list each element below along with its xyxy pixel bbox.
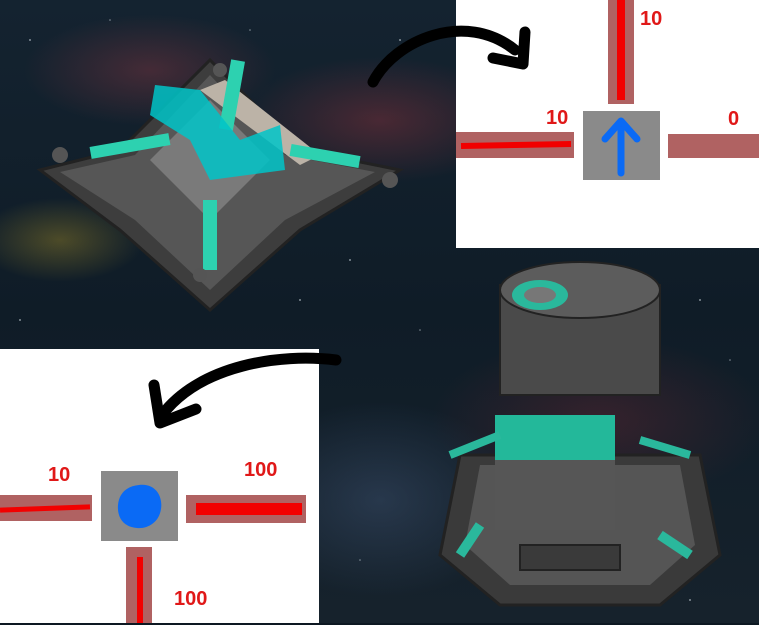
- right-value-label: 0: [728, 108, 740, 130]
- right-connector-bar: [186, 495, 306, 523]
- tower-center-box: [101, 471, 178, 541]
- left-value-label: 10: [48, 464, 71, 486]
- left-value-label: 10: [546, 107, 569, 129]
- right-value-label: 100: [244, 459, 278, 481]
- bottom-connector-bar: [126, 547, 152, 623]
- tile-center-box: [583, 111, 660, 180]
- top-value-label: 10: [640, 8, 663, 30]
- left-connector-bar: [456, 132, 574, 158]
- curved-arrow-right-icon: [367, 25, 531, 88]
- curved-arrow-left-icon: [148, 352, 342, 429]
- arrow-up-icon: [601, 117, 641, 177]
- right-connector-bar: [668, 134, 759, 158]
- tower-object: [438, 261, 722, 607]
- left-connector-bar: [0, 495, 92, 521]
- blue-dot-icon: [117, 484, 162, 529]
- bottom-value-label: 100: [174, 588, 208, 610]
- top-connector-bar: [608, 0, 634, 104]
